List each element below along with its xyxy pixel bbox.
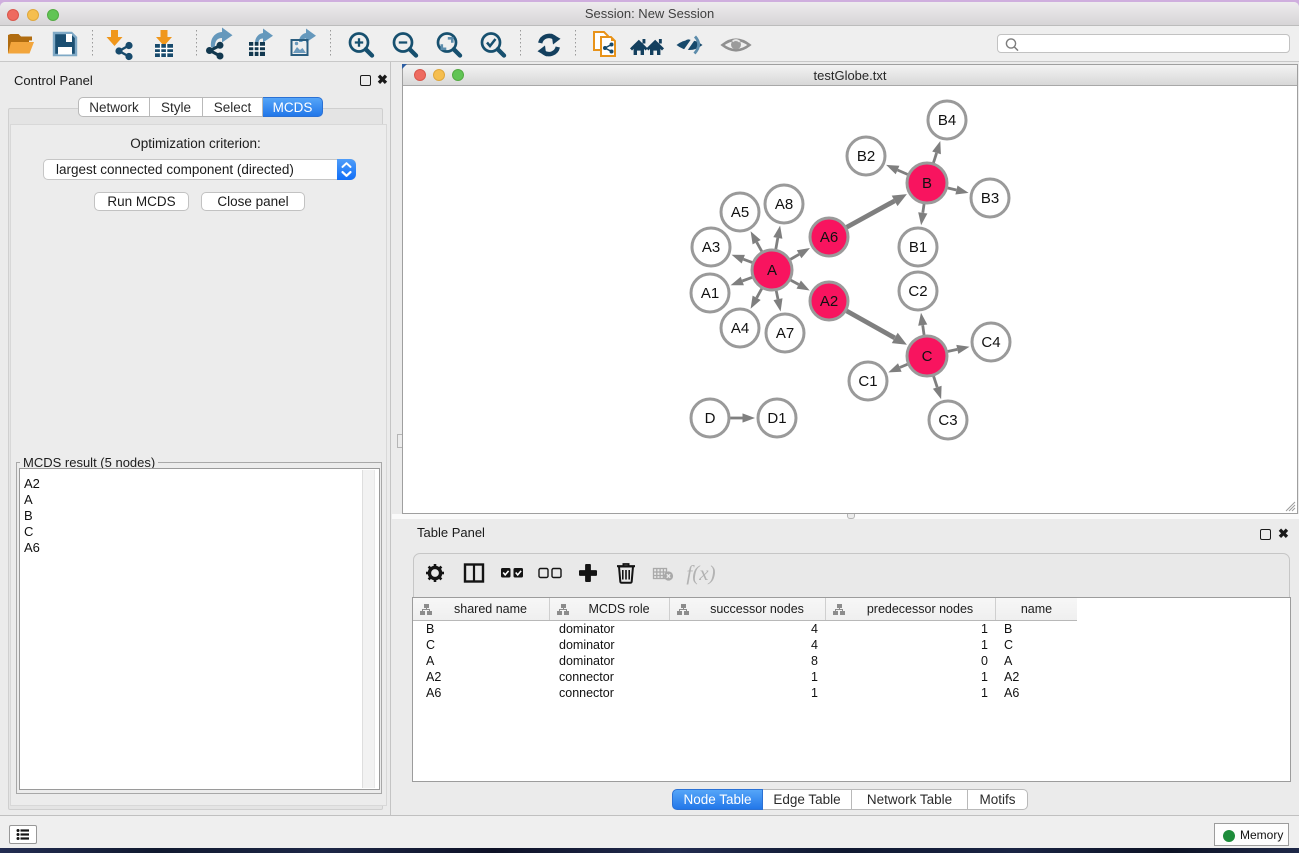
svg-text:C4: C4 [981,334,1000,351]
svg-text:A5: A5 [731,204,749,221]
svg-text:C3: C3 [938,412,957,429]
svg-text:C1: C1 [858,373,877,390]
svg-text:C: C [922,348,933,365]
svg-text:f(x): f(x) [686,561,715,585]
svg-text:A3: A3 [702,239,720,256]
svg-text:B1: B1 [909,239,927,256]
svg-text:B4: B4 [938,112,956,129]
svg-text:C2: C2 [908,283,927,300]
svg-text:A4: A4 [731,320,749,337]
svg-text:D1: D1 [767,410,786,427]
svg-text:A8: A8 [775,196,793,213]
svg-text:A7: A7 [776,325,794,342]
svg-text:B3: B3 [981,190,999,207]
svg-text:B: B [922,175,932,192]
svg-text:A: A [767,262,777,279]
svg-text:B2: B2 [857,148,875,165]
svg-text:A6: A6 [820,229,838,246]
svg-text:D: D [705,410,716,427]
svg-text:A2: A2 [820,293,838,310]
svg-text:A1: A1 [701,285,719,302]
